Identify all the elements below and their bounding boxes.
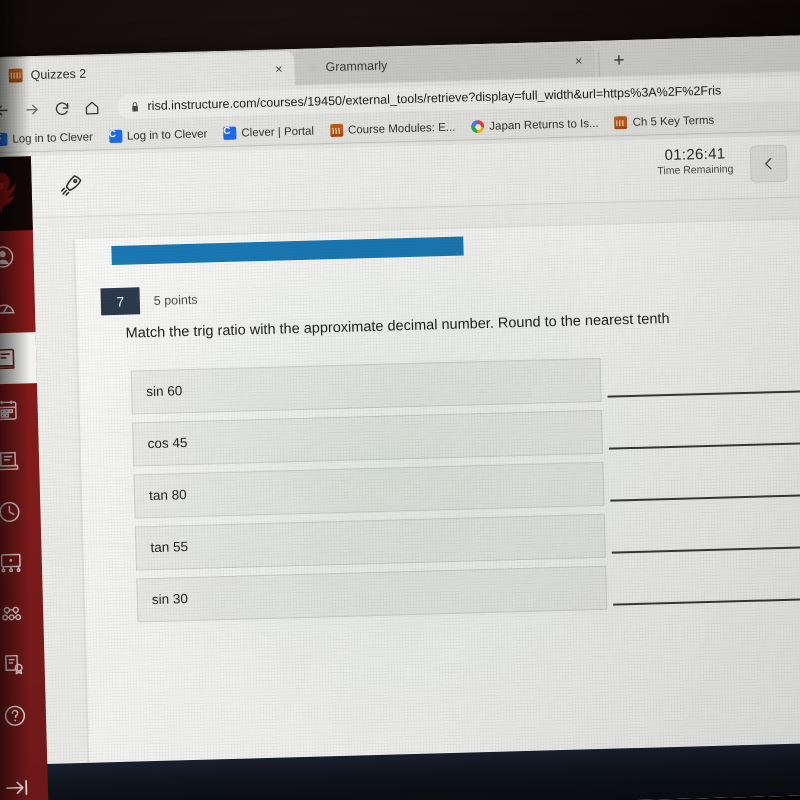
clever-favicon: C <box>0 132 8 147</box>
bookmark-item[interactable]: Course Modules: E... <box>329 121 456 138</box>
phoenix-logo-icon <box>0 173 16 216</box>
sidebar-item-courses[interactable] <box>0 332 37 385</box>
quiz-timer: 01:26:41 Time Remaining <box>657 145 734 178</box>
matching-list: sin 60 cos 45 tan 80 tan 55 sin 30 <box>78 324 800 627</box>
match-prompt: cos 45 <box>132 409 604 467</box>
sidebar-item-dashboard[interactable] <box>0 281 36 334</box>
commons-network-icon <box>2 606 22 621</box>
badges-certificate-icon <box>4 654 23 674</box>
bookmark-label: Clever | Portal <box>241 125 315 139</box>
quiz-progress-bar <box>111 236 464 266</box>
history-clock-icon <box>0 501 20 522</box>
chevron-left-icon <box>764 157 772 170</box>
account-icon <box>0 245 14 268</box>
bookmark-item[interactable]: C Log in to Clever <box>0 131 93 147</box>
bookmark-item[interactable]: C Clever | Portal <box>223 125 314 140</box>
dashboard-gauge-icon <box>0 303 15 314</box>
bookmark-label: Log in to Clever <box>126 127 208 143</box>
question-points: 5 points <box>153 292 198 308</box>
bookmark-item[interactable]: Ch 5 Key Terms <box>614 114 714 130</box>
timer-label: Time Remaining <box>657 163 734 178</box>
forward-icon[interactable] <box>23 100 40 117</box>
quiz-question-card: 7 5 points Match the trig ratio with the… <box>75 217 800 779</box>
inbox-icon <box>0 451 19 470</box>
sidebar-item-history[interactable] <box>0 485 41 538</box>
canvas-favicon <box>329 123 344 138</box>
reload-icon[interactable] <box>53 100 70 117</box>
bookmark-item[interactable]: Japan Returns to Is... <box>471 117 599 134</box>
match-prompt: tan 55 <box>134 513 606 571</box>
match-prompt: tan 80 <box>133 461 605 519</box>
match-answer-select[interactable] <box>608 419 800 450</box>
quiz-content: 01:26:41 Time Remaining 7 5 points Match… <box>30 134 800 800</box>
laptop-screen: Quizzes 2 × Grammarly × + risd.instructu… <box>0 34 800 800</box>
grammarly-favicon <box>308 62 318 73</box>
home-icon[interactable] <box>83 99 100 116</box>
address-bar-url: risd.instructure.com/courses/19450/exter… <box>147 83 722 114</box>
rocket-icon[interactable] <box>57 171 86 205</box>
sidebar-item-account[interactable] <box>0 230 34 283</box>
courses-book-icon <box>0 348 15 369</box>
sidebar-item-inbox[interactable] <box>0 434 40 487</box>
match-answer-select[interactable] <box>606 367 800 398</box>
question-number-badge: 7 <box>100 287 141 316</box>
chrome-favicon <box>471 119 485 134</box>
sidebar-item-studio[interactable] <box>0 536 43 589</box>
timer-value: 01:26:41 <box>664 145 726 165</box>
sidebar-item-commons[interactable] <box>0 587 44 640</box>
match-answer-select[interactable] <box>612 575 800 606</box>
help-question-icon <box>4 705 26 726</box>
lock-icon <box>129 101 140 112</box>
browser-chrome: Quizzes 2 × Grammarly × + risd.instructu… <box>0 34 800 154</box>
calendar-icon <box>0 399 17 420</box>
sidebar-item-badges[interactable] <box>0 638 45 691</box>
close-icon[interactable]: × <box>269 61 283 76</box>
canvas-app: 01:26:41 Time Remaining 7 5 points Match… <box>0 134 800 800</box>
sidebar-item-calendar[interactable] <box>0 383 38 436</box>
bookmark-label: Log in to Clever <box>12 131 94 146</box>
clever-favicon: C <box>223 126 237 140</box>
previous-question-button[interactable] <box>749 144 788 183</box>
bookmark-label: Japan Returns to Is... <box>489 117 599 133</box>
browser-tab-title: Quizzes 2 <box>30 66 87 83</box>
school-phoenix-logo[interactable] <box>0 156 33 232</box>
clever-favicon: C <box>109 129 123 144</box>
expand-navigation-button[interactable] <box>0 758 49 800</box>
sidebar-item-help[interactable] <box>0 689 47 742</box>
arrow-to-line-icon <box>6 780 28 795</box>
match-answer-select[interactable] <box>611 523 800 554</box>
back-icon[interactable] <box>0 101 11 118</box>
canvas-favicon <box>614 116 628 130</box>
bookmark-label: Ch 5 Key Terms <box>632 114 715 129</box>
match-prompt: sin 30 <box>136 565 608 623</box>
bookmark-label: Course Modules: E... <box>347 121 456 137</box>
new-tab-button[interactable]: + <box>598 50 635 77</box>
studio-screen-icon <box>0 553 21 572</box>
match-prompt: sin 60 <box>130 357 602 415</box>
match-answer-select[interactable] <box>609 471 800 502</box>
canvas-favicon <box>8 68 23 83</box>
browser-tab-title: Grammarly <box>325 58 388 75</box>
close-icon[interactable]: × <box>569 53 583 68</box>
bookmark-item[interactable]: C Log in to Clever <box>109 127 208 144</box>
photo-of-laptop-screen: Quizzes 2 × Grammarly × + risd.instructu… <box>0 0 800 800</box>
